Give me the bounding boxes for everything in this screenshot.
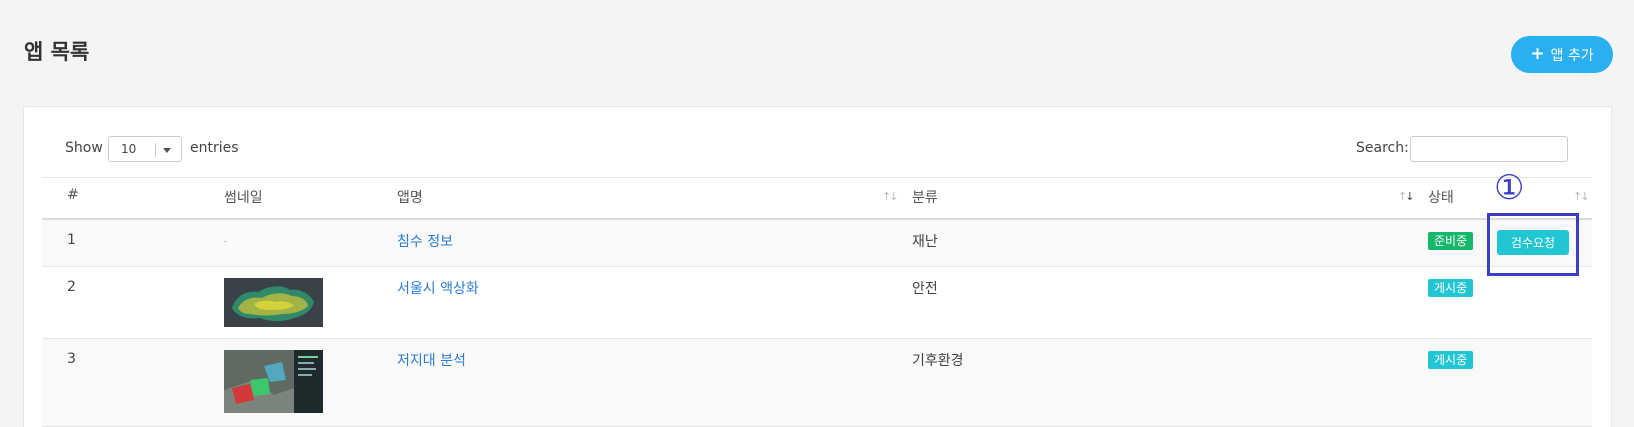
entries-label: entries (190, 140, 239, 156)
aerial-thumbnail (224, 350, 323, 413)
thumbnail-placeholder (224, 241, 226, 242)
header-top-divider (42, 177, 1592, 178)
column-header-num[interactable]: # (67, 187, 79, 203)
column-header-category[interactable]: 분류 (912, 187, 938, 207)
search-input[interactable] (1410, 136, 1568, 162)
sort-icon[interactable]: ↑↓ (882, 190, 899, 203)
status-badge: 게시중 (1428, 351, 1474, 369)
map-thumbnail (224, 278, 323, 327)
show-label: Show (65, 140, 103, 156)
select-divider (155, 143, 156, 157)
column-header-status[interactable]: 상태 (1428, 187, 1454, 207)
sort-icon[interactable]: ↑↓ (1398, 190, 1415, 203)
page-title: 앱 목록 (24, 40, 90, 64)
page-length-select[interactable]: 10 (108, 136, 182, 162)
add-app-button[interactable]: + 앱 추가 (1511, 36, 1613, 73)
add-app-label: 앱 추가 (1550, 47, 1594, 64)
row-num: 2 (67, 279, 76, 295)
search-label: Search: (1356, 140, 1409, 156)
row-num: 3 (67, 351, 76, 367)
page-length-value: 10 (121, 142, 137, 156)
annotation-highlight-box (1487, 213, 1579, 276)
column-header-app-name[interactable]: 앱명 (397, 187, 423, 207)
status-badge: 준비중 (1428, 232, 1474, 250)
column-header-thumbnail[interactable]: 썸네일 (224, 187, 263, 207)
plus-icon: + (1530, 44, 1545, 64)
row-num: 1 (67, 232, 76, 248)
category-cell: 재난 (912, 234, 938, 250)
app-name-link[interactable]: 저지대 분석 (397, 350, 466, 370)
status-badge: 게시중 (1428, 279, 1474, 297)
app-name-link[interactable]: 침수 정보 (397, 231, 453, 251)
sort-icon[interactable]: ↑↓ (1573, 190, 1590, 203)
annotation-marker: ① (1494, 168, 1525, 208)
category-cell: 안전 (912, 281, 938, 297)
app-name-link[interactable]: 서울시 액상화 (397, 278, 479, 298)
chevron-down-icon (163, 148, 171, 153)
category-cell: 기후환경 (912, 353, 964, 369)
table-row (42, 220, 1592, 267)
